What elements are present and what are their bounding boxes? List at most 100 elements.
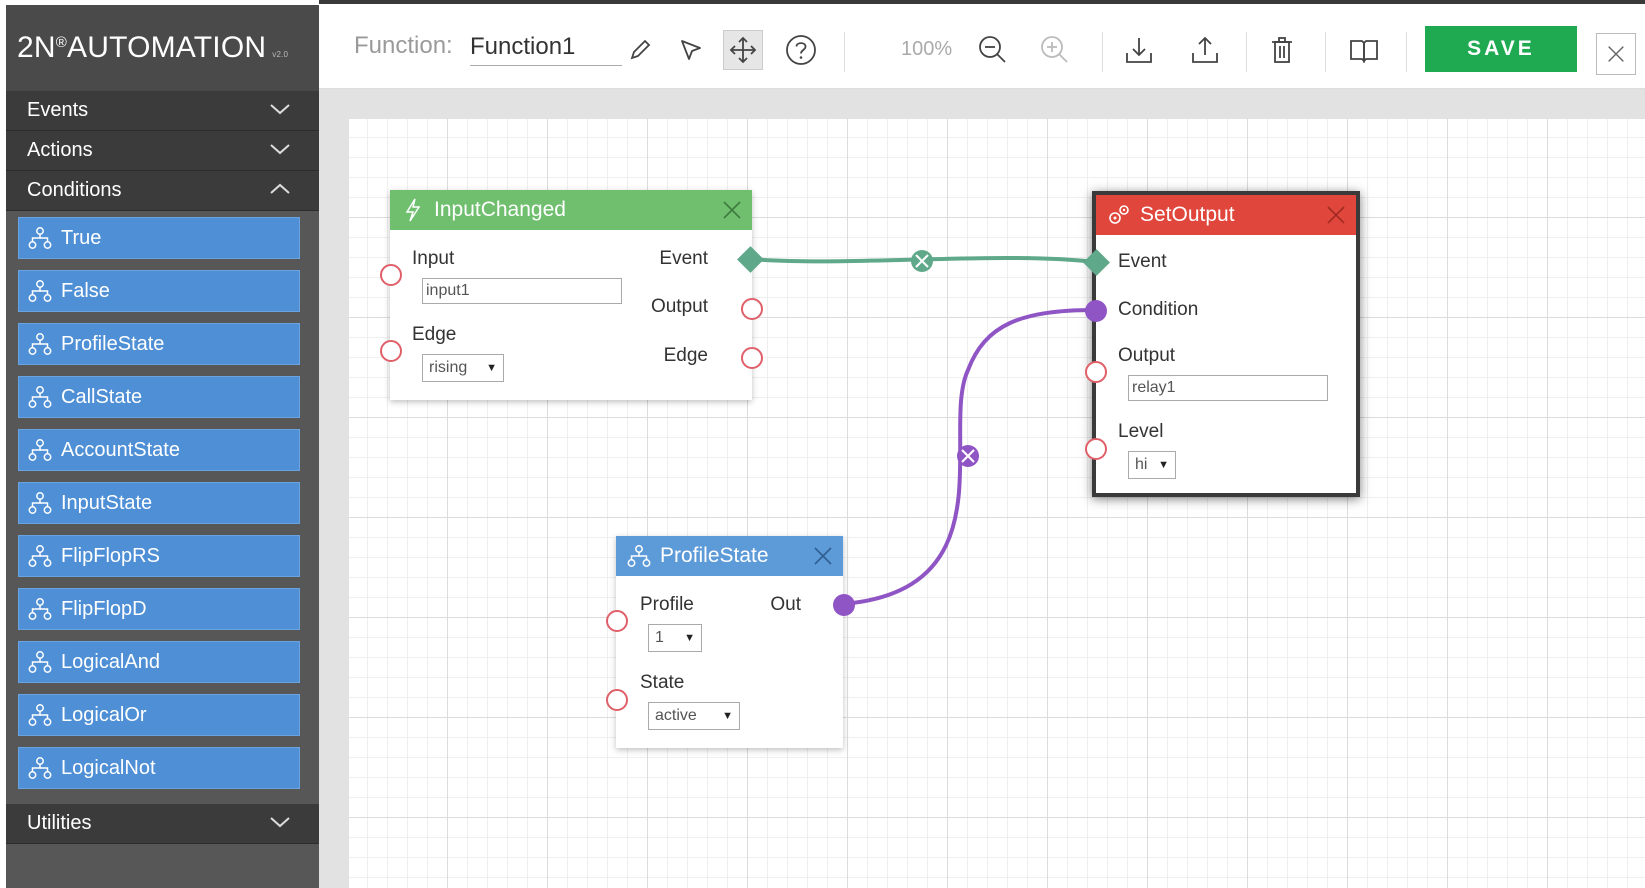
book-icon[interactable] <box>1344 30 1384 70</box>
node-profilestate[interactable]: ProfileState Profile 1 ▼ State active ▼ Ou… <box>616 536 843 748</box>
zoom-in-icon[interactable] <box>1035 30 1075 70</box>
hierarchy-icon <box>28 704 52 726</box>
state-select[interactable]: active ▼ <box>648 702 740 730</box>
hierarchy-icon <box>28 333 52 355</box>
profile-select[interactable]: 1 ▼ <box>648 624 702 652</box>
output-input-port[interactable] <box>1085 361 1107 383</box>
section-events[interactable]: Events <box>6 91 319 131</box>
condition-item[interactable]: True <box>18 217 300 259</box>
condition-item-label: LogicalOr <box>61 703 147 726</box>
node-header[interactable]: InputChanged <box>390 190 752 230</box>
close-button[interactable] <box>1596 33 1636 75</box>
event-output-label: Event <box>659 248 708 269</box>
output-label: Output <box>650 296 708 317</box>
section-utilities[interactable]: Utilities <box>6 804 319 844</box>
out-label: Out <box>770 594 801 615</box>
condition-item-label: AccountState <box>61 438 180 461</box>
close-icon[interactable] <box>1324 203 1348 227</box>
profile-label: Profile <box>640 594 694 615</box>
dropdown-arrow-icon: ▼ <box>722 710 733 722</box>
chevron-down-icon <box>270 104 290 115</box>
level-input-port[interactable] <box>1085 438 1107 460</box>
condition-item-label: FlipFlopD <box>61 597 147 620</box>
node-header[interactable]: ProfileState <box>616 536 843 576</box>
pointer-icon[interactable] <box>671 30 711 70</box>
help-icon[interactable] <box>781 30 821 70</box>
chevron-down-icon <box>270 817 290 828</box>
chevron-down-icon <box>270 144 290 155</box>
output-port[interactable] <box>741 298 763 320</box>
trash-icon[interactable] <box>1262 30 1302 70</box>
condition-item[interactable]: LogicalNot <box>18 747 300 789</box>
upload-icon[interactable] <box>1185 30 1225 70</box>
node-title: ProfileState <box>660 544 769 567</box>
toolbar-separator <box>844 32 845 72</box>
condition-item-label: FlipFlopRS <box>61 544 160 567</box>
toolbar: Function: 100% SAVE <box>319 0 1645 89</box>
edge-select[interactable]: rising ▼ <box>422 354 504 382</box>
state-label: State <box>640 672 685 693</box>
edge-port[interactable] <box>380 340 402 362</box>
output-field[interactable] <box>1128 375 1328 401</box>
level-select-value: hi <box>1135 456 1148 473</box>
hierarchy-icon <box>28 598 52 620</box>
toolbar-separator <box>1325 32 1326 72</box>
condition-item[interactable]: LogicalOr <box>18 694 300 736</box>
event-input-label: Event <box>1118 251 1167 272</box>
chevron-up-icon <box>270 183 290 194</box>
zoom-out-icon[interactable] <box>973 30 1013 70</box>
condition-item[interactable]: False <box>18 270 300 312</box>
condition-item[interactable]: ProfileState <box>18 323 300 365</box>
input-port[interactable] <box>380 264 402 286</box>
dropdown-arrow-icon: ▼ <box>1158 459 1169 471</box>
close-icon[interactable] <box>811 544 835 568</box>
app-title-text: AUTOMATION <box>67 31 267 64</box>
output-label: Output <box>1118 345 1176 366</box>
condition-item[interactable]: FlipFlopRS <box>18 535 300 577</box>
app-title: 2N ® AUTOMATION v2.0 <box>6 5 319 91</box>
input-field[interactable] <box>422 278 622 304</box>
section-label: Conditions <box>27 179 122 201</box>
function-label: Function: <box>354 32 453 59</box>
condition-item-label: ProfileState <box>61 332 165 355</box>
hierarchy-icon <box>28 757 52 779</box>
hierarchy-icon <box>28 439 52 461</box>
toolbar-separator <box>1246 32 1247 72</box>
hierarchy-icon <box>28 545 52 567</box>
hierarchy-icon <box>28 227 52 249</box>
condition-input-port[interactable] <box>1085 300 1107 322</box>
node-inputchanged[interactable]: InputChanged Input Edge rising ▼ Event Ou… <box>390 190 752 400</box>
section-actions[interactable]: Actions <box>6 131 319 171</box>
section-conditions[interactable]: Conditions <box>6 171 319 211</box>
node-setoutput[interactable]: SetOutput Event Condition Output Level h… <box>1092 191 1360 497</box>
condition-item[interactable]: AccountState <box>18 429 300 471</box>
save-button[interactable]: SAVE <box>1425 26 1577 72</box>
condition-item-label: True <box>61 226 102 249</box>
condition-item[interactable]: InputState <box>18 482 300 524</box>
condition-item[interactable]: CallState <box>18 376 300 418</box>
app-version: v2.0 <box>272 49 289 59</box>
move-icon[interactable] <box>723 30 763 70</box>
state-port[interactable] <box>606 689 628 711</box>
out-port[interactable] <box>833 594 855 616</box>
pencil-icon[interactable] <box>619 30 659 70</box>
lightning-icon <box>405 198 421 222</box>
profile-port[interactable] <box>606 610 628 632</box>
dropdown-arrow-icon: ▼ <box>684 632 695 644</box>
section-label: Actions <box>27 139 93 161</box>
hierarchy-icon <box>28 651 52 673</box>
node-header[interactable]: SetOutput <box>1096 195 1356 235</box>
dropdown-arrow-icon: ▼ <box>486 362 497 374</box>
level-select[interactable]: hi ▼ <box>1128 451 1176 479</box>
condition-item[interactable]: LogicalAnd <box>18 641 300 683</box>
download-icon[interactable] <box>1119 30 1159 70</box>
close-icon[interactable] <box>720 198 744 222</box>
sidebar: 2N ® AUTOMATION v2.0 Events Actions Condit… <box>6 5 319 888</box>
condition-item-label: LogicalAnd <box>61 650 160 673</box>
registered-mark: ® <box>55 33 68 51</box>
hierarchy-icon <box>627 545 651 567</box>
function-name-input[interactable] <box>470 28 622 66</box>
condition-item[interactable]: FlipFlopD <box>18 588 300 630</box>
edge-output-port[interactable] <box>741 347 763 369</box>
profile-select-value: 1 <box>655 629 664 646</box>
